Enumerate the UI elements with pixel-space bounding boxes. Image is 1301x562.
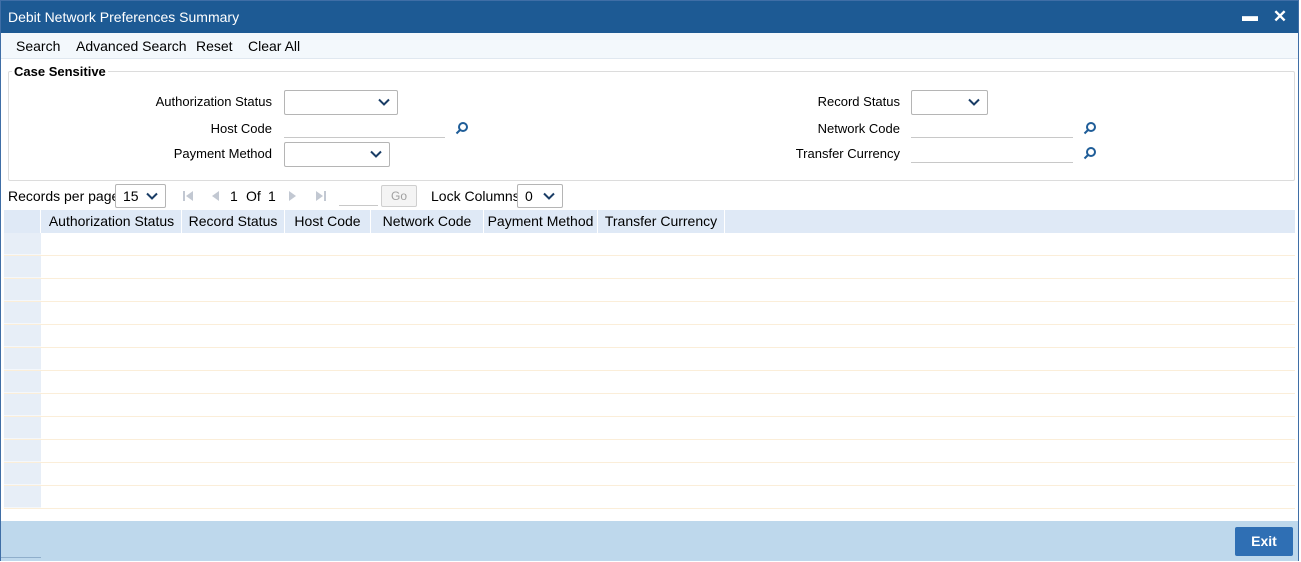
row-selector[interactable] bbox=[4, 394, 41, 416]
table-row[interactable] bbox=[4, 417, 1295, 440]
of-label: Of bbox=[246, 188, 261, 204]
select-all-cell[interactable] bbox=[4, 210, 41, 233]
table-row[interactable] bbox=[4, 463, 1295, 486]
transfer-currency-label: Transfer Currency bbox=[795, 146, 900, 161]
record-status-select[interactable] bbox=[911, 90, 988, 115]
results-grid: Authorization Status Record Status Host … bbox=[4, 210, 1295, 515]
row-selector[interactable] bbox=[4, 302, 41, 324]
record-status-label: Record Status bbox=[817, 94, 900, 109]
last-page-icon[interactable] bbox=[314, 189, 328, 203]
exit-button[interactable]: Exit bbox=[1235, 527, 1293, 556]
table-row[interactable] bbox=[4, 371, 1295, 394]
column-header-record-status[interactable]: Record Status bbox=[182, 210, 285, 233]
column-header-authorization-status[interactable]: Authorization Status bbox=[42, 210, 182, 233]
host-code-lookup-icon[interactable] bbox=[455, 121, 469, 135]
authorization-status-label: Authorization Status bbox=[155, 94, 272, 109]
row-selector[interactable] bbox=[4, 279, 41, 301]
row-selector[interactable] bbox=[4, 463, 41, 485]
close-icon[interactable]: ✕ bbox=[1270, 1, 1290, 33]
column-header-payment-method[interactable]: Payment Method bbox=[484, 210, 598, 233]
window-title: Debit Network Preferences Summary bbox=[8, 9, 240, 25]
records-per-page-label: Records per page bbox=[8, 188, 120, 204]
title-bar: Debit Network Preferences Summary ▬ ✕ bbox=[1, 1, 1298, 33]
row-selector[interactable] bbox=[4, 486, 41, 508]
table-row[interactable] bbox=[4, 486, 1295, 509]
lock-columns-select[interactable]: 0 bbox=[517, 184, 563, 208]
table-row[interactable] bbox=[4, 440, 1295, 463]
table-row[interactable] bbox=[4, 325, 1295, 348]
clear-all-button[interactable]: Clear All bbox=[248, 38, 300, 54]
grid-header: Authorization Status Record Status Host … bbox=[4, 210, 1295, 233]
chevron-down-icon bbox=[543, 192, 555, 200]
advanced-search-button[interactable]: Advanced Search bbox=[76, 38, 187, 54]
row-selector[interactable] bbox=[4, 440, 41, 462]
column-header-host-code[interactable]: Host Code bbox=[285, 210, 371, 233]
row-selector[interactable] bbox=[4, 233, 41, 255]
table-row[interactable] bbox=[4, 233, 1295, 256]
host-code-label: Host Code bbox=[210, 121, 272, 136]
table-row[interactable] bbox=[4, 279, 1295, 302]
next-page-icon[interactable] bbox=[286, 189, 300, 203]
row-selector[interactable] bbox=[4, 417, 41, 439]
search-button[interactable]: Search bbox=[16, 38, 60, 54]
table-row[interactable] bbox=[4, 394, 1295, 417]
table-row[interactable] bbox=[4, 348, 1295, 371]
network-code-input[interactable] bbox=[911, 118, 1073, 138]
go-button[interactable]: Go bbox=[381, 185, 417, 207]
chevron-down-icon bbox=[370, 150, 382, 158]
pagination-bar: Records per page 15 1 Of 1 Lock Columns … bbox=[1, 183, 1298, 209]
lock-columns-value: 0 bbox=[525, 188, 533, 204]
network-code-lookup-icon[interactable] bbox=[1083, 121, 1097, 135]
host-code-input[interactable] bbox=[284, 118, 445, 138]
row-selector[interactable] bbox=[4, 371, 41, 393]
payment-method-select[interactable] bbox=[284, 142, 390, 167]
current-page: 1 bbox=[230, 188, 238, 204]
first-page-icon[interactable] bbox=[181, 189, 195, 203]
table-row[interactable] bbox=[4, 256, 1295, 279]
go-to-page-input[interactable] bbox=[339, 186, 378, 206]
case-sensitive-legend: Case Sensitive bbox=[12, 64, 108, 79]
network-code-label: Network Code bbox=[817, 121, 900, 136]
minimize-icon[interactable]: ▬ bbox=[1240, 1, 1260, 33]
summary-window: Debit Network Preferences Summary ▬ ✕ Se… bbox=[0, 0, 1299, 561]
previous-page-icon[interactable] bbox=[208, 189, 222, 203]
chevron-down-icon bbox=[968, 98, 980, 106]
footer-bar: Exit bbox=[1, 521, 1298, 561]
column-header-network-code[interactable]: Network Code bbox=[371, 210, 484, 233]
transfer-currency-lookup-icon[interactable] bbox=[1083, 146, 1097, 160]
row-selector[interactable] bbox=[4, 256, 41, 278]
table-row[interactable] bbox=[4, 302, 1295, 325]
payment-method-label: Payment Method bbox=[173, 146, 272, 161]
authorization-status-select[interactable] bbox=[284, 90, 398, 115]
lock-columns-label: Lock Columns bbox=[431, 188, 520, 204]
total-pages: 1 bbox=[268, 188, 276, 204]
reset-button[interactable]: Reset bbox=[196, 38, 233, 54]
records-per-page-value: 15 bbox=[123, 188, 139, 204]
toolbar: Search Advanced Search Reset Clear All bbox=[1, 33, 1298, 59]
footer-divider bbox=[1, 557, 41, 558]
records-per-page-select[interactable]: 15 bbox=[115, 184, 166, 208]
row-selector[interactable] bbox=[4, 348, 41, 370]
row-selector[interactable] bbox=[4, 325, 41, 347]
chevron-down-icon bbox=[146, 192, 158, 200]
transfer-currency-input[interactable] bbox=[911, 143, 1073, 163]
column-header-transfer-currency[interactable]: Transfer Currency bbox=[598, 210, 725, 233]
chevron-down-icon bbox=[378, 98, 390, 106]
